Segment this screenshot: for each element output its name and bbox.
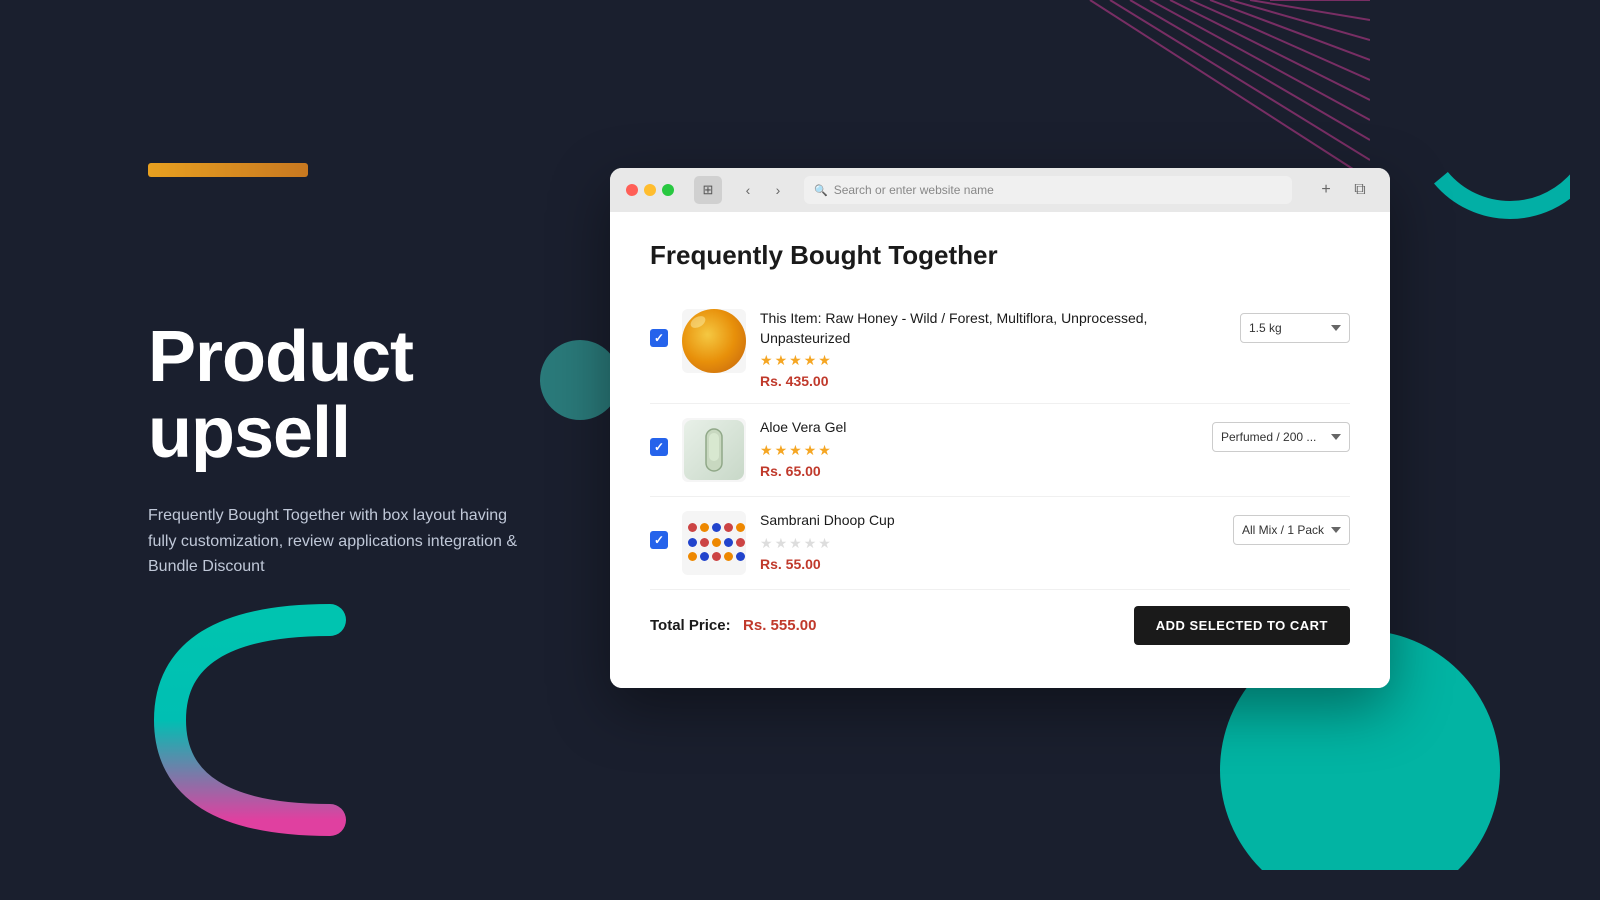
product-image-2	[682, 418, 746, 482]
forward-button[interactable]: ›	[764, 176, 792, 204]
product-price-2: Rs. 65.00	[760, 463, 1198, 479]
star-icon: ★	[804, 352, 817, 369]
add-to-cart-button[interactable]: ADD SELECTED TO CART	[1134, 606, 1350, 645]
product-stars-2: ★ ★ ★ ★ ★	[760, 442, 1198, 459]
total-price-section: Total Price: Rs. 555.00	[650, 617, 816, 635]
product-name-3: Sambrani Dhoop Cup	[760, 511, 1219, 531]
honey-image	[682, 309, 746, 373]
star-empty-icon: ★	[760, 535, 773, 552]
close-button[interactable]	[626, 184, 638, 196]
product-item-2: Aloe Vera Gel ★ ★ ★ ★ ★ Rs. 65.00 Perfum…	[650, 404, 1350, 497]
star-icon: ★	[760, 442, 773, 459]
browser-window: ⊞ ‹ › 🔍 Search or enter website name + ⧉…	[610, 168, 1390, 688]
left-panel: Product upsell Frequently Bought Togethe…	[0, 0, 620, 900]
product-item-1: This Item: Raw Honey - Wild / Forest, Mu…	[650, 295, 1350, 404]
product-details-1: This Item: Raw Honey - Wild / Forest, Mu…	[760, 309, 1226, 389]
variant-select-3[interactable]: All Mix / 1 Pack Rose / 1 Pack	[1233, 515, 1350, 545]
maximize-button[interactable]	[662, 184, 674, 196]
product-name-1: This Item: Raw Honey - Wild / Forest, Mu…	[760, 309, 1226, 348]
product-variant-3: All Mix / 1 Pack Rose / 1 Pack	[1233, 515, 1350, 545]
star-icon: ★	[775, 442, 788, 459]
tab-button-group: ⊞	[694, 176, 722, 204]
product-image-1	[682, 309, 746, 373]
star-empty-icon: ★	[818, 535, 831, 552]
product-details-3: Sambrani Dhoop Cup ★ ★ ★ ★ ★ Rs. 55.00	[760, 511, 1219, 572]
star-icon: ★	[818, 442, 831, 459]
product-checkbox-1[interactable]	[650, 329, 668, 347]
sub-description: Frequently Bought Together with box layo…	[148, 503, 528, 580]
copy-button[interactable]: ⧉	[1346, 176, 1374, 204]
star-empty-icon: ★	[789, 535, 802, 552]
product-stars-3: ★ ★ ★ ★ ★	[760, 535, 1219, 552]
minimize-button[interactable]	[644, 184, 656, 196]
new-tab-button[interactable]: +	[1312, 176, 1340, 204]
back-button[interactable]: ‹	[734, 176, 762, 204]
product-details-2: Aloe Vera Gel ★ ★ ★ ★ ★ Rs. 65.00	[760, 418, 1198, 479]
product-image-3	[682, 511, 746, 575]
window-controls	[626, 184, 674, 196]
browser-toolbar: ⊞ ‹ › 🔍 Search or enter website name + ⧉	[610, 168, 1390, 212]
variant-select-2[interactable]: Perfumed / 200 ... Unscented / 200 ml	[1212, 422, 1350, 452]
star-icon: ★	[775, 352, 788, 369]
cart-footer: Total Price: Rs. 555.00 ADD SELECTED TO …	[650, 590, 1350, 653]
product-price-3: Rs. 55.00	[760, 556, 1219, 572]
url-placeholder: Search or enter website name	[834, 183, 994, 197]
product-checkbox-3[interactable]	[650, 531, 668, 549]
star-icon: ★	[804, 442, 817, 459]
browser-content: Frequently Bought Together This Item: Ra…	[610, 212, 1390, 688]
main-title: Product upsell	[148, 320, 540, 471]
product-variant-2: Perfumed / 200 ... Unscented / 200 ml	[1212, 422, 1350, 452]
url-bar[interactable]: 🔍 Search or enter website name	[804, 176, 1292, 204]
total-price-value: Rs. 555.00	[743, 617, 816, 634]
browser-nav: ‹ ›	[734, 176, 792, 204]
product-price-1: Rs. 435.00	[760, 373, 1226, 389]
variant-select-1[interactable]: 1.5 kg 500 g 250 g	[1240, 313, 1350, 343]
star-icon: ★	[789, 442, 802, 459]
product-stars-1: ★ ★ ★ ★ ★	[760, 352, 1226, 369]
aloe-image	[684, 420, 744, 480]
star-empty-icon: ★	[775, 535, 788, 552]
product-name-2: Aloe Vera Gel	[760, 418, 1198, 438]
browser-actions: + ⧉	[1312, 176, 1374, 204]
total-price-label: Total Price:	[650, 617, 731, 634]
dhoop-image	[684, 519, 744, 567]
star-empty-icon: ★	[804, 535, 817, 552]
star-icon: ★	[760, 352, 773, 369]
widget-title: Frequently Bought Together	[650, 240, 1350, 271]
product-checkbox-2[interactable]	[650, 438, 668, 456]
tab-view-button[interactable]: ⊞	[694, 176, 722, 204]
star-icon: ★	[789, 352, 802, 369]
star-icon: ★	[818, 352, 831, 369]
product-variant-1: 1.5 kg 500 g 250 g	[1240, 313, 1350, 343]
product-item-3: Sambrani Dhoop Cup ★ ★ ★ ★ ★ Rs. 55.00 A…	[650, 497, 1350, 590]
